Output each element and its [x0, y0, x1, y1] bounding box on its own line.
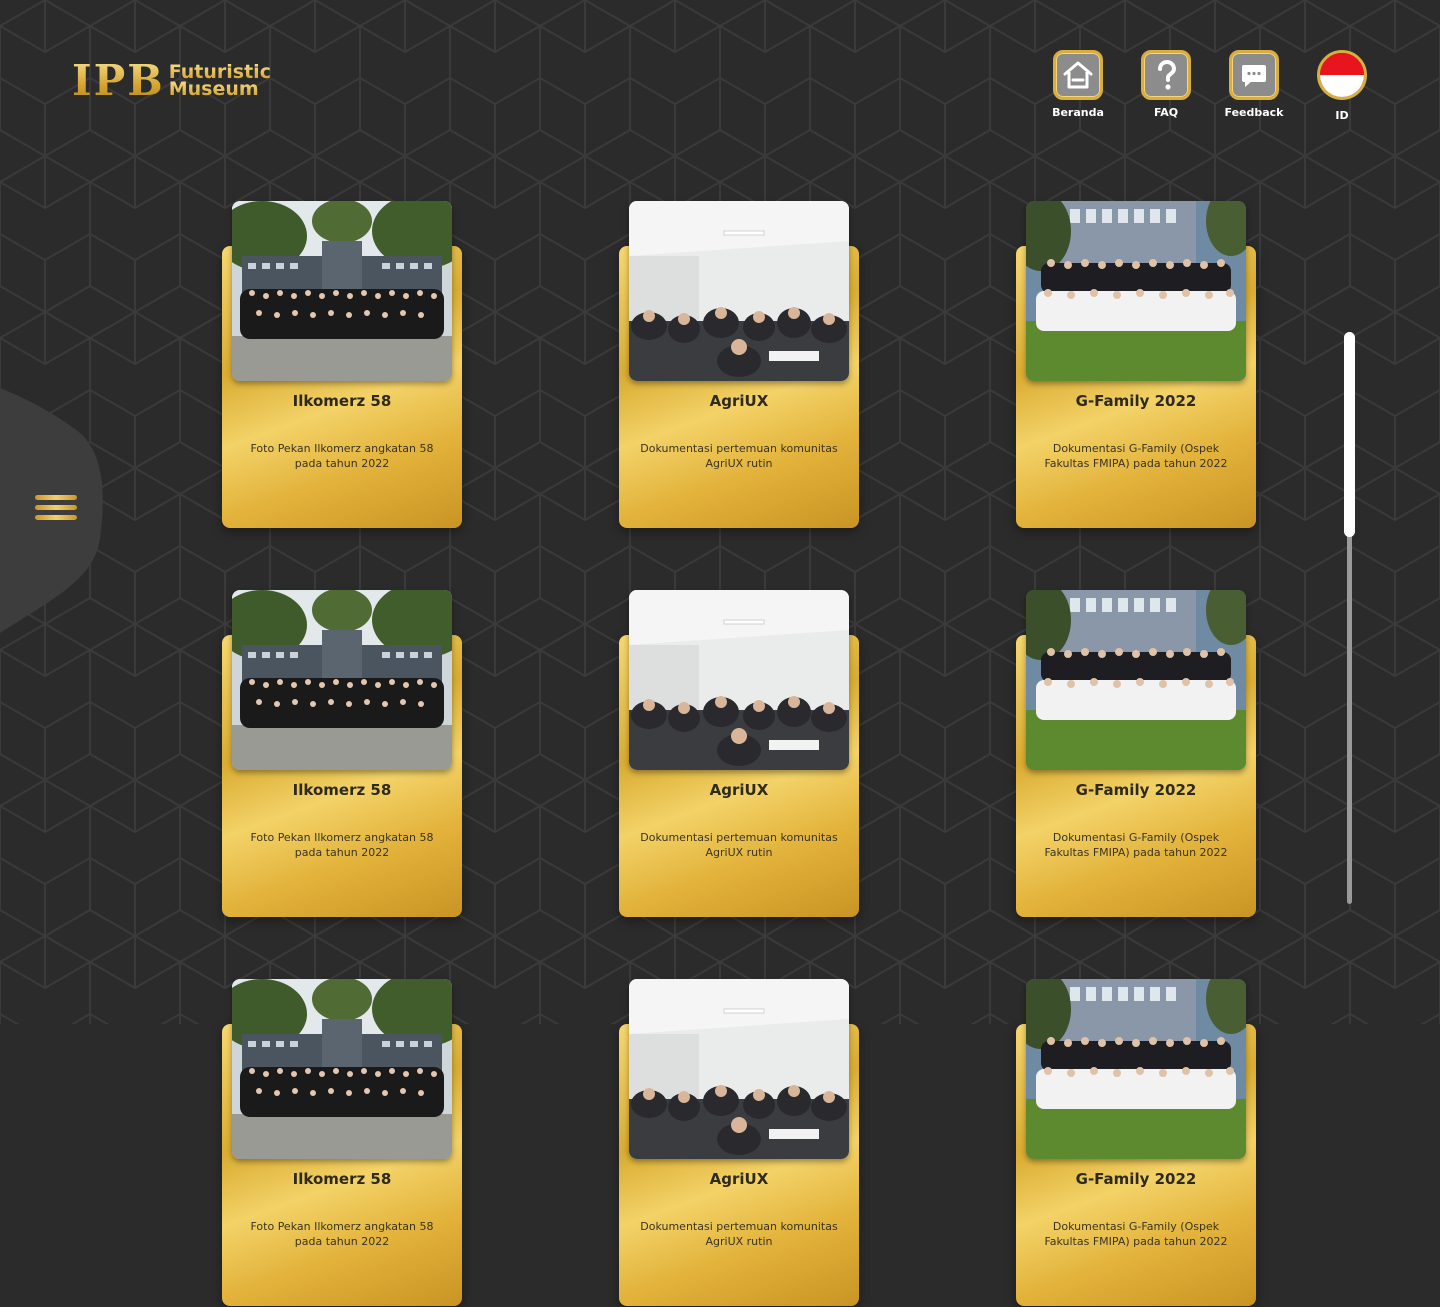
agriux-meeting-photo[interactable] — [629, 590, 849, 770]
indonesia-flag-icon[interactable] — [1317, 50, 1367, 100]
gallery-card[interactable]: Ilkomerz 58 Foto Pekan Ilkomerz angkatan … — [222, 979, 462, 1307]
gallery-card-description: Dokumentasi G-Family (Ospek Fakultas FMI… — [1044, 831, 1228, 859]
faq-button[interactable] — [1141, 50, 1191, 100]
gallery-card-title: G-Family 2022 — [1075, 392, 1197, 410]
ilkomerz-group-photo[interactable] — [232, 201, 452, 381]
gallery-card-title: AgriUX — [709, 781, 769, 799]
home-button[interactable] — [1053, 50, 1103, 100]
gallery-card-description: Dokumentasi G-Family (Ospek Fakultas FMI… — [1044, 1220, 1228, 1248]
gfamily-group-photo[interactable] — [1026, 979, 1246, 1159]
ilkomerz-group-photo[interactable] — [232, 590, 452, 770]
chat-bubble-icon — [1242, 65, 1266, 87]
nav-feedback-label: Feedback — [1224, 106, 1284, 119]
gallery-card[interactable]: G-Family 2022 Dokumentasi G-Family (Ospek… — [1016, 979, 1256, 1307]
language-switcher[interactable]: ID — [1314, 50, 1370, 122]
gallery-card-description: Dokumentasi pertemuan komunitas AgriUX r… — [640, 831, 838, 859]
gallery-card-description: Dokumentasi pertemuan komunitas AgriUX r… — [640, 1220, 838, 1248]
site-logo[interactable]: IPB Futuristic Museum — [72, 60, 271, 102]
gallery-card-title: Ilkomerz 58 — [292, 1170, 392, 1188]
top-navigation: Beranda FAQ Feedback ID — [1050, 50, 1370, 122]
gallery-card-title: Ilkomerz 58 — [292, 781, 392, 799]
gallery-grid: Ilkomerz 58 Foto Pekan Ilkomerz angkatan … — [0, 0, 1440, 1306]
gallery-card-description: Foto Pekan Ilkomerz angkatan 58 pada tah… — [250, 442, 434, 470]
ilkomerz-group-photo[interactable] — [232, 979, 452, 1159]
nav-faq[interactable]: FAQ — [1138, 50, 1194, 122]
logo-museum-text: Museum — [169, 79, 271, 98]
language-label: ID — [1335, 109, 1349, 122]
agriux-meeting-photo[interactable] — [629, 979, 849, 1159]
gallery-card-description: Dokumentasi G-Family (Ospek Fakultas FMI… — [1044, 442, 1228, 470]
nav-feedback[interactable]: Feedback — [1224, 50, 1284, 122]
gallery-card-title: AgriUX — [709, 1170, 769, 1188]
gallery-card[interactable]: Ilkomerz 58 Foto Pekan Ilkomerz angkatan … — [222, 201, 462, 529]
gallery-card-title: G-Family 2022 — [1075, 1170, 1197, 1188]
gallery-card[interactable]: G-Family 2022 Dokumentasi G-Family (Ospek… — [1016, 201, 1256, 529]
agriux-meeting-photo[interactable] — [629, 201, 849, 381]
gallery-card[interactable]: G-Family 2022 Dokumentasi G-Family (Ospek… — [1016, 590, 1256, 918]
scrollbar-thumb[interactable] — [1344, 332, 1355, 537]
nav-faq-label: FAQ — [1153, 106, 1179, 119]
feedback-button[interactable] — [1229, 50, 1279, 100]
gallery-card-description: Foto Pekan Ilkomerz angkatan 58 pada tah… — [250, 1220, 434, 1248]
gallery-card[interactable]: AgriUX Dokumentasi pertemuan komunitas Ag… — [619, 201, 859, 529]
home-icon — [1063, 61, 1093, 89]
gallery-card[interactable]: AgriUX Dokumentasi pertemuan komunitas Ag… — [619, 979, 859, 1307]
gallery-card-title: AgriUX — [709, 392, 769, 410]
gallery-card[interactable]: AgriUX Dokumentasi pertemuan komunitas Ag… — [619, 590, 859, 918]
hamburger-menu-icon[interactable] — [35, 495, 77, 527]
nav-home-label: Beranda — [1052, 106, 1104, 119]
gfamily-group-photo[interactable] — [1026, 590, 1246, 770]
gallery-card[interactable]: Ilkomerz 58 Foto Pekan Ilkomerz angkatan … — [222, 590, 462, 918]
gallery-card-title: Ilkomerz 58 — [292, 392, 392, 410]
nav-home[interactable]: Beranda — [1050, 50, 1106, 122]
question-icon — [1158, 59, 1177, 90]
gallery-card-description: Dokumentasi pertemuan komunitas AgriUX r… — [640, 442, 838, 470]
gallery-card-title: G-Family 2022 — [1075, 781, 1197, 799]
gallery-card-description: Foto Pekan Ilkomerz angkatan 58 pada tah… — [250, 831, 434, 859]
gfamily-group-photo[interactable] — [1026, 201, 1246, 381]
logo-ipb-text: IPB — [72, 56, 165, 105]
